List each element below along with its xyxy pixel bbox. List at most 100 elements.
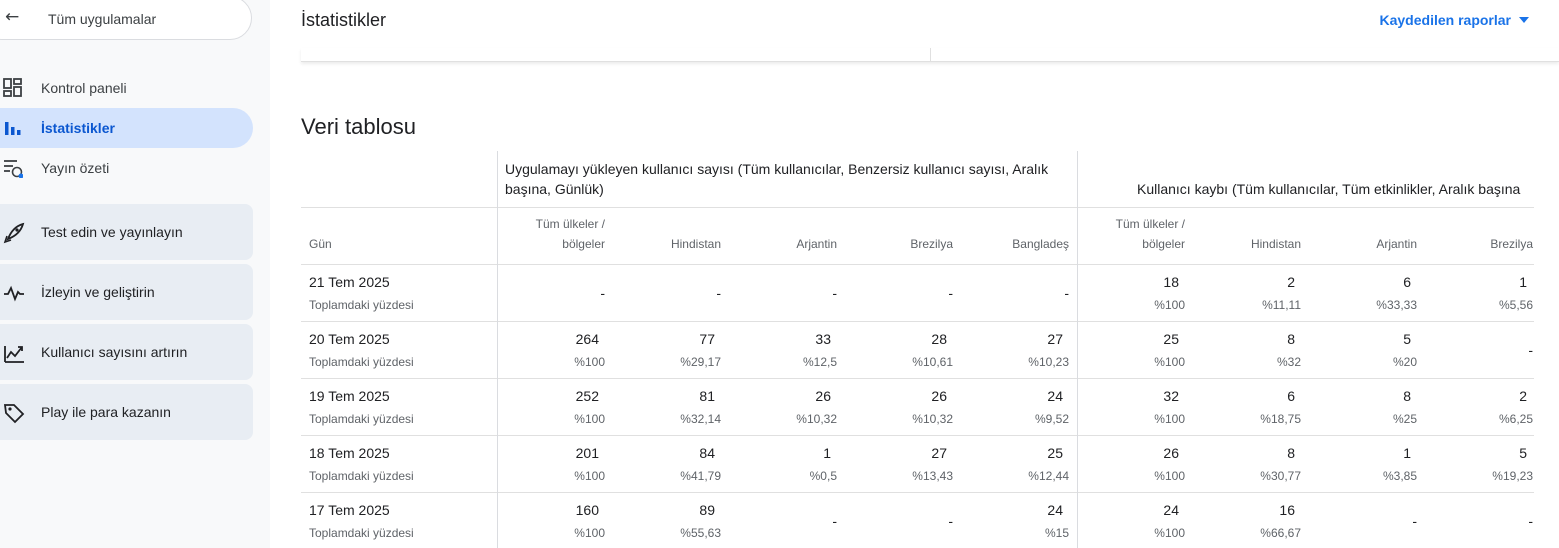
column-header-installs-3[interactable]: Brezilya bbox=[845, 208, 961, 265]
installs-cell: 26 %10,32 bbox=[845, 379, 961, 436]
row-percent-label: Toplamdaki yüzdesi bbox=[309, 298, 414, 312]
column-header-installs-0[interactable]: Tüm ülkeler / bölgeler bbox=[497, 208, 613, 265]
sidebar-item-label: Kontrol paneli bbox=[41, 80, 127, 96]
cell-value: 24 bbox=[1047, 388, 1063, 404]
cell-value: 25 bbox=[1047, 445, 1063, 461]
churn-cell: 8 %30,77 bbox=[1193, 436, 1309, 493]
churn-cell: 2 %6,25 bbox=[1425, 379, 1534, 436]
churn-cell: 6 %33,33 bbox=[1309, 265, 1425, 322]
cell-percent: %100 bbox=[574, 355, 605, 369]
sidebar-card-monetize[interactable]: Play ile para kazanın bbox=[0, 384, 253, 440]
group-header-installs-label: Uygulamayı yükleyen kullanıcı sayısı (Tü… bbox=[505, 161, 1049, 197]
churn-cell: 2 %11,11 bbox=[1193, 265, 1309, 322]
installs-cell: 24 %15 bbox=[961, 493, 1077, 548]
all-apps-button[interactable]: ← Tüm uygulamalar bbox=[0, 0, 252, 40]
cell-value: 26 bbox=[1163, 445, 1179, 461]
cell-percent: %30,77 bbox=[1260, 469, 1301, 483]
cell-percent: %29,17 bbox=[680, 355, 721, 369]
installs-cell: 27 %13,43 bbox=[845, 436, 961, 493]
arrow-back-icon: ← bbox=[5, 7, 20, 27]
cell-value: 8 bbox=[1403, 388, 1411, 404]
tag-icon bbox=[3, 404, 25, 424]
column-header-installs-2[interactable]: Arjantin bbox=[729, 208, 845, 265]
cell-value: 252 bbox=[575, 388, 599, 404]
cell-value: 2 bbox=[1287, 274, 1295, 290]
empty-cell-dash: - bbox=[1412, 513, 1417, 529]
churn-cell: 32 %100 bbox=[1077, 379, 1193, 436]
sidebar-item-label: İstatistikler bbox=[41, 120, 115, 136]
column-header-churn-3[interactable]: Brezilya bbox=[1425, 208, 1534, 265]
row-date: 21 Tem 2025 bbox=[309, 274, 390, 290]
installs-cell: 27 %10,23 bbox=[961, 322, 1077, 379]
cell-value: 8 bbox=[1287, 445, 1295, 461]
table-row: 20 Tem 2025 Toplamdaki yüzdesi 264 %100 77 %2… bbox=[301, 322, 1534, 379]
main-content: İstatistikler Kaydedilen raporlar Veri t… bbox=[270, 0, 1559, 548]
churn-cell: 8 %25 bbox=[1309, 379, 1425, 436]
table-row: 18 Tem 2025 Toplamdaki yüzdesi 201 %100 84 %4… bbox=[301, 436, 1534, 493]
churn-cell: 18 %100 bbox=[1077, 265, 1193, 322]
column-header-churn-2[interactable]: Arjantin bbox=[1309, 208, 1425, 265]
cell-value: 5 bbox=[1403, 331, 1411, 347]
cell-percent: %41,79 bbox=[680, 469, 721, 483]
saved-reports-dropdown[interactable]: Kaydedilen raporlar bbox=[1380, 12, 1529, 28]
installs-cell: 24 %9,52 bbox=[961, 379, 1077, 436]
table-row: 19 Tem 2025 Toplamdaki yüzdesi 252 %100 81 %3… bbox=[301, 379, 1534, 436]
sidebar-item-statistics[interactable]: İstatistikler bbox=[0, 108, 253, 148]
churn-cell: 6 %18,75 bbox=[1193, 379, 1309, 436]
column-header-label: Gün bbox=[309, 237, 332, 251]
sidebar-card-label: Kullanıcı sayısını artırın bbox=[41, 344, 188, 360]
installs-cell: 252 %100 bbox=[497, 379, 613, 436]
empty-cell-dash: - bbox=[948, 513, 953, 529]
cell-percent: %10,32 bbox=[912, 412, 953, 426]
column-header-label: Arjantin bbox=[1376, 237, 1417, 251]
cell-percent: %11,11 bbox=[1262, 298, 1301, 312]
column-header-date[interactable]: Gün bbox=[301, 208, 497, 265]
cell-percent: %25 bbox=[1392, 412, 1417, 426]
cell-percent: %10,32 bbox=[796, 412, 837, 426]
date-cell: 19 Tem 2025 Toplamdaki yüzdesi bbox=[301, 379, 497, 436]
column-header-churn-1[interactable]: Hindistan bbox=[1193, 208, 1309, 265]
cell-value: 201 bbox=[575, 445, 599, 461]
churn-cell: 1 %5,56 bbox=[1425, 265, 1534, 322]
installs-cell: 84 %41,79 bbox=[613, 436, 729, 493]
sidebar-item-publishing-overview[interactable]: Yayın özeti bbox=[0, 148, 253, 188]
churn-cell: 26 %100 bbox=[1077, 436, 1193, 493]
sidebar-card-monitor-and-improve[interactable]: İzleyin ve geliştirin bbox=[0, 264, 253, 320]
row-date: 18 Tem 2025 bbox=[309, 445, 390, 461]
installs-cell: - bbox=[729, 265, 845, 322]
cell-value: 8 bbox=[1287, 331, 1295, 347]
cell-percent: %12,5 bbox=[802, 355, 837, 369]
cell-value: 32 bbox=[1163, 388, 1179, 404]
column-header-label: Brezilya bbox=[1490, 237, 1533, 251]
cell-percent: %9,52 bbox=[1034, 412, 1069, 426]
cell-percent: %32,14 bbox=[680, 412, 721, 426]
churn-cell: 24 %100 bbox=[1077, 493, 1193, 548]
cell-value: 84 bbox=[699, 445, 715, 461]
churn-cell: - bbox=[1309, 493, 1425, 548]
sidebar-item-dashboard[interactable]: Kontrol paneli bbox=[0, 68, 253, 108]
installs-cell: - bbox=[845, 493, 961, 548]
cell-percent: %3,85 bbox=[1382, 469, 1417, 483]
sidebar-card-test-and-release[interactable]: Test edin ve yayınlayın bbox=[0, 204, 253, 260]
cell-value: 264 bbox=[575, 331, 599, 347]
panel-divider bbox=[930, 48, 931, 62]
column-header-installs-4[interactable]: Bangladeş bbox=[961, 208, 1077, 265]
cell-value: 5 bbox=[1519, 445, 1527, 461]
data-table-title: Veri tablosu bbox=[301, 114, 416, 139]
cell-percent: %5,56 bbox=[1498, 298, 1533, 312]
publishing-overview-icon bbox=[4, 160, 23, 178]
churn-cell: - bbox=[1425, 493, 1534, 548]
dashboard-icon bbox=[3, 78, 22, 97]
date-cell: 21 Tem 2025 Toplamdaki yüzdesi bbox=[301, 265, 497, 322]
cell-value: 24 bbox=[1163, 502, 1179, 518]
column-header-label: Hindistan bbox=[1250, 237, 1301, 251]
sidebar-card-grow-users[interactable]: Kullanıcı sayısını artırın bbox=[0, 324, 253, 380]
installs-cell: - bbox=[729, 493, 845, 548]
column-header-churn-0[interactable]: Tüm ülkeler / bölgeler bbox=[1077, 208, 1193, 265]
table-group-header-churn: Kullanıcı kaybı (Tüm kullanıcılar, Tüm e… bbox=[1077, 151, 1534, 208]
installs-cell: 1 %0,5 bbox=[729, 436, 845, 493]
cell-value: 6 bbox=[1287, 388, 1295, 404]
cell-value: 77 bbox=[699, 331, 715, 347]
churn-cell: - bbox=[1425, 322, 1534, 379]
column-header-installs-1[interactable]: Hindistan bbox=[613, 208, 729, 265]
